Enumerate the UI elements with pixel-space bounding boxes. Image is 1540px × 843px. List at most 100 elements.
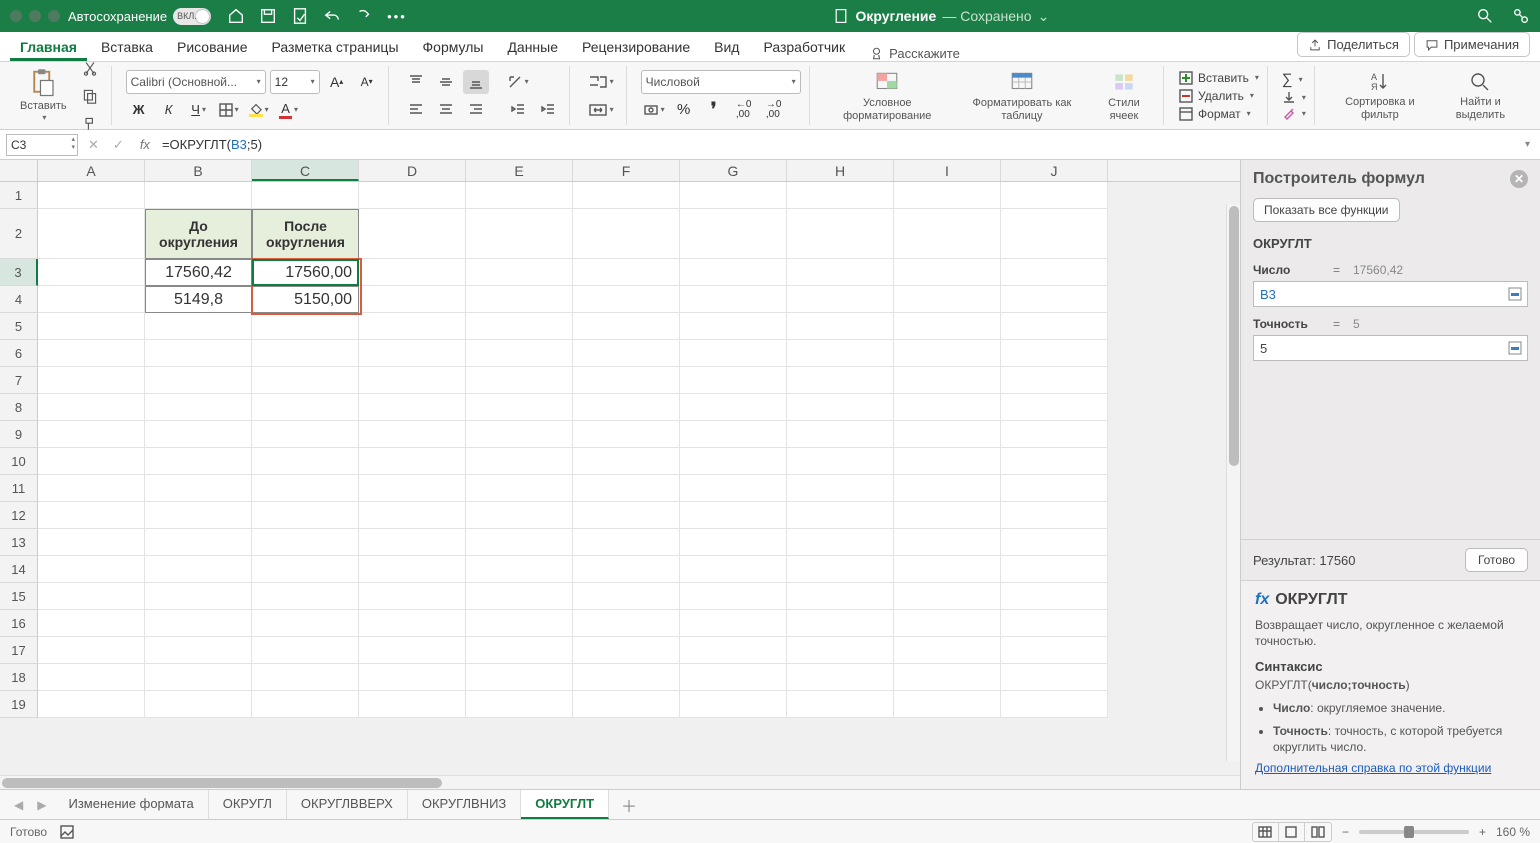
cell[interactable]: 17560,00 <box>252 259 359 286</box>
sheet-tab[interactable]: ОКРУГЛВНИЗ <box>408 790 521 819</box>
cell[interactable] <box>466 610 573 637</box>
row-header[interactable]: 17 <box>0 637 38 664</box>
cell[interactable] <box>894 556 1001 583</box>
arg1-input[interactable]: B3 <box>1253 281 1528 307</box>
sheet-tab[interactable]: Изменение формата <box>54 790 208 819</box>
currency-icon[interactable]: ▾ <box>641 98 667 122</box>
cell[interactable] <box>787 502 894 529</box>
italic-icon[interactable]: К <box>156 98 182 122</box>
cell[interactable] <box>359 259 466 286</box>
comma-icon[interactable]: ❜ <box>701 98 727 122</box>
cell[interactable] <box>359 448 466 475</box>
row-header[interactable]: 6 <box>0 340 38 367</box>
column-header[interactable]: B <box>145 160 252 181</box>
cell[interactable] <box>359 313 466 340</box>
cell[interactable] <box>38 340 145 367</box>
cell[interactable] <box>894 421 1001 448</box>
bold-icon[interactable]: Ж <box>126 98 152 122</box>
cell[interactable] <box>894 529 1001 556</box>
cell[interactable] <box>359 529 466 556</box>
row-header[interactable]: 3 <box>0 259 38 286</box>
percent-icon[interactable]: % <box>671 98 697 122</box>
cell[interactable] <box>38 448 145 475</box>
undo-icon[interactable] <box>323 7 341 25</box>
column-header[interactable]: F <box>573 160 680 181</box>
row-header[interactable]: 15 <box>0 583 38 610</box>
cell[interactable] <box>38 475 145 502</box>
cell[interactable] <box>787 664 894 691</box>
column-header[interactable]: A <box>38 160 145 181</box>
cell[interactable] <box>573 313 680 340</box>
cell[interactable] <box>38 691 145 718</box>
cell[interactable] <box>787 259 894 286</box>
cell[interactable] <box>359 394 466 421</box>
cell[interactable] <box>252 502 359 529</box>
tab-draw[interactable]: Рисование <box>167 33 258 61</box>
cell[interactable] <box>359 637 466 664</box>
cell[interactable] <box>38 367 145 394</box>
cell[interactable] <box>894 475 1001 502</box>
format-as-table-button[interactable]: Форматировать как таблицу <box>957 67 1087 123</box>
cell[interactable] <box>894 182 1001 209</box>
cell[interactable]: 5149,8 <box>145 286 252 313</box>
collapse-dialog-icon[interactable] <box>1506 285 1524 303</box>
autosum-icon[interactable]: ∑▾ <box>1282 71 1306 88</box>
cell[interactable] <box>145 529 252 556</box>
format-cells-button[interactable]: Формат▾ <box>1178 106 1259 122</box>
cell[interactable] <box>894 259 1001 286</box>
zoom-level[interactable]: 160 % <box>1496 825 1530 839</box>
cell[interactable] <box>359 367 466 394</box>
column-header[interactable]: C <box>252 160 359 181</box>
cell[interactable] <box>680 394 787 421</box>
wrap-text-icon[interactable]: ▾ <box>584 70 618 94</box>
cell[interactable] <box>145 556 252 583</box>
clear-icon[interactable]: ▾ <box>1282 106 1306 120</box>
vertical-scrollbar[interactable] <box>1226 204 1240 761</box>
cell[interactable] <box>252 664 359 691</box>
delete-cells-button[interactable]: Удалить▾ <box>1178 88 1259 104</box>
cell[interactable] <box>680 610 787 637</box>
cell[interactable] <box>894 367 1001 394</box>
sheet-nav-next-icon[interactable]: ▶ <box>31 798 52 812</box>
cell[interactable] <box>359 502 466 529</box>
cell[interactable] <box>38 664 145 691</box>
cell[interactable] <box>680 421 787 448</box>
show-all-functions-button[interactable]: Показать все функции <box>1253 198 1400 222</box>
cell[interactable] <box>894 637 1001 664</box>
share-button[interactable]: Поделиться <box>1297 32 1410 57</box>
cell[interactable] <box>1001 691 1108 718</box>
cell[interactable] <box>573 691 680 718</box>
cell[interactable] <box>145 583 252 610</box>
row-header[interactable]: 4 <box>0 286 38 313</box>
fill-color-icon[interactable]: ▾ <box>246 98 272 122</box>
cell[interactable] <box>1001 367 1108 394</box>
cell[interactable] <box>359 664 466 691</box>
cell[interactable] <box>466 182 573 209</box>
cell[interactable] <box>252 340 359 367</box>
cell[interactable] <box>359 583 466 610</box>
cell[interactable]: 17560,42 <box>145 259 252 286</box>
insert-cells-button[interactable]: Вставить▾ <box>1178 70 1259 86</box>
cell[interactable] <box>145 664 252 691</box>
cell[interactable] <box>680 502 787 529</box>
cell[interactable] <box>466 367 573 394</box>
cell[interactable] <box>787 367 894 394</box>
cell[interactable] <box>1001 421 1108 448</box>
cell[interactable] <box>466 691 573 718</box>
number-format-select[interactable]: Числовой▾ <box>641 70 801 94</box>
cell[interactable] <box>787 448 894 475</box>
cell[interactable] <box>359 340 466 367</box>
align-center-icon[interactable] <box>433 98 459 122</box>
cell[interactable] <box>1001 182 1108 209</box>
align-left-icon[interactable] <box>403 98 429 122</box>
cell[interactable] <box>573 340 680 367</box>
cell[interactable] <box>252 448 359 475</box>
cell[interactable] <box>787 286 894 313</box>
tab-view[interactable]: Вид <box>704 33 749 61</box>
cell[interactable] <box>466 448 573 475</box>
row-header[interactable]: 2 <box>0 209 38 259</box>
normal-view-icon[interactable] <box>1253 823 1279 841</box>
cell[interactable] <box>680 448 787 475</box>
cell[interactable] <box>787 182 894 209</box>
sort-filter-button[interactable]: АЯ Сортировка и фильтр <box>1329 68 1431 122</box>
